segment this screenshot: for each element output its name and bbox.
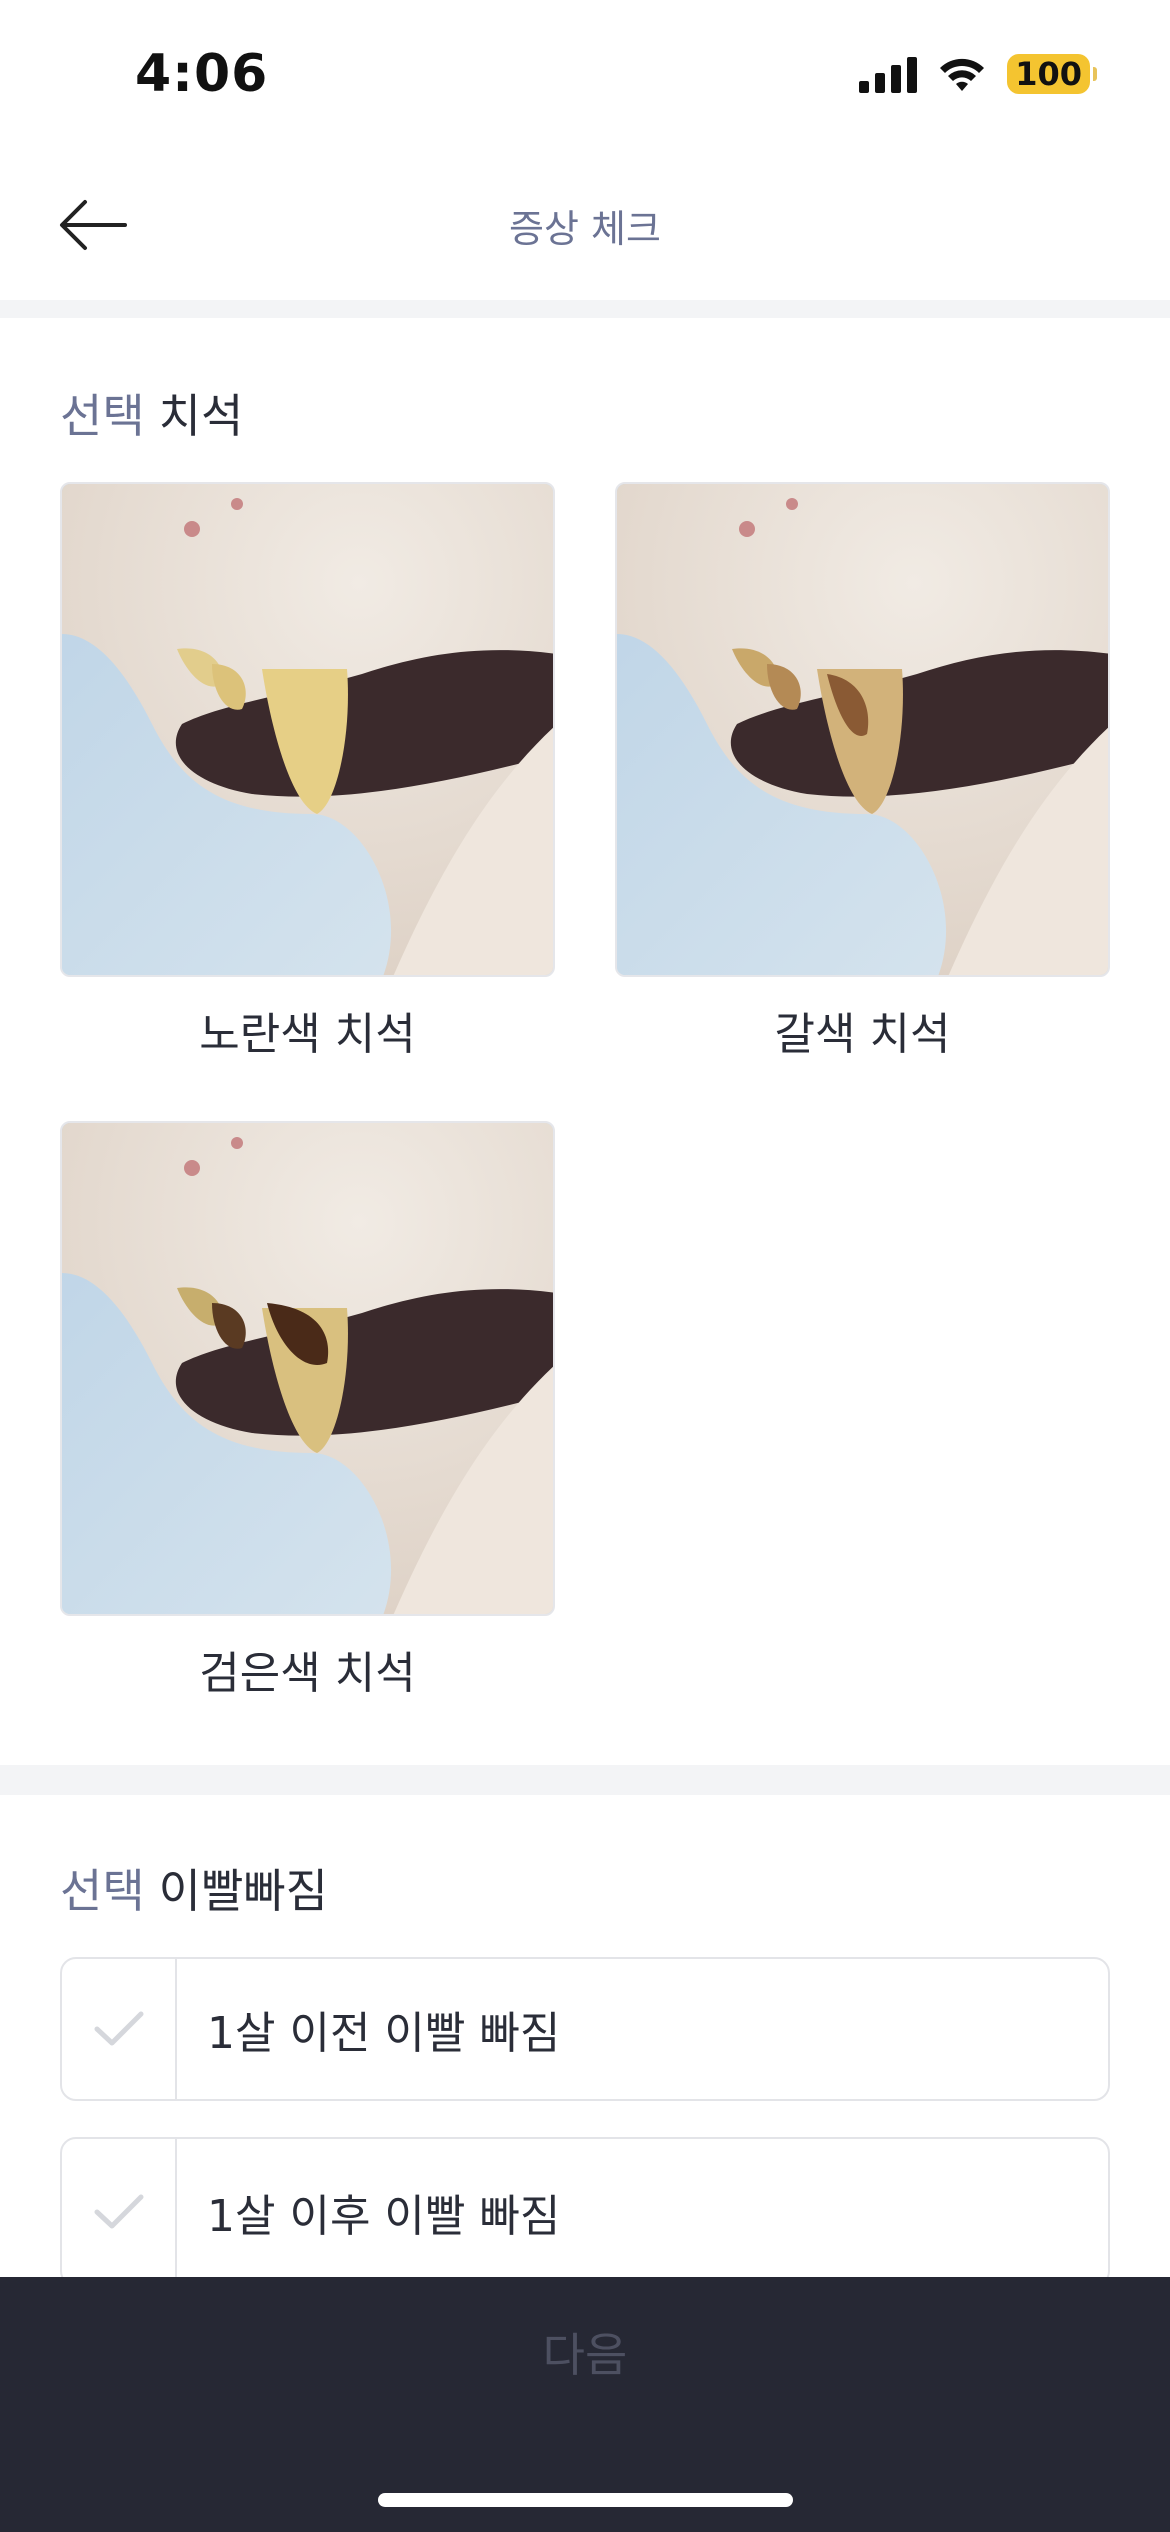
- tartar-option-label: 노란색 치석: [199, 1009, 416, 1060]
- page-title: 증상 체크: [509, 207, 661, 251]
- header: 증상 체크: [0, 150, 1170, 300]
- tartar-section-title: 선택 치석: [60, 380, 243, 446]
- tartar-option-brown[interactable]: [615, 482, 1110, 977]
- tartar-option-label: 검은색 치석: [199, 1648, 416, 1699]
- status-icons: 100: [859, 54, 1097, 94]
- section-title: 이빨빠짐: [158, 1864, 328, 1918]
- option-label: 1살 이후 이빨 빠짐: [207, 2191, 561, 2242]
- tooth-loss-section-title: 선택 이빨빠짐: [60, 1855, 328, 1921]
- section-title: 치석: [158, 389, 244, 443]
- next-button[interactable]: 다음: [0, 2277, 1170, 2427]
- optional-label: 선택: [60, 389, 145, 443]
- checkbox[interactable]: [62, 1959, 177, 2099]
- black-tartar-photo: [62, 1123, 553, 1614]
- wifi-icon: [940, 58, 985, 91]
- section-divider: [0, 1765, 1170, 1795]
- battery-icon: 100: [1007, 54, 1097, 94]
- optional-label: 선택: [60, 1864, 145, 1918]
- home-indicator: [378, 2493, 793, 2507]
- checkbox[interactable]: [62, 2139, 177, 2285]
- tooth-loss-option-after-1yr[interactable]: 1살 이후 이빨 빠짐: [60, 2137, 1110, 2287]
- section-divider: [0, 300, 1170, 318]
- status-time: 4:06: [135, 44, 269, 104]
- yellow-tartar-photo: [62, 484, 553, 975]
- tartar-option-label: 갈색 치석: [774, 1009, 951, 1060]
- signal-icon: [859, 55, 918, 93]
- check-icon: [94, 2011, 143, 2046]
- option-label: 1살 이전 이빨 빠짐: [207, 2008, 561, 2059]
- tooth-loss-option-before-1yr[interactable]: 1살 이전 이빨 빠짐: [60, 1957, 1110, 2101]
- tartar-option-yellow[interactable]: [60, 482, 555, 977]
- brown-tartar-photo: [617, 484, 1108, 975]
- check-icon: [94, 2194, 143, 2229]
- status-bar: 4:06 100: [0, 0, 1170, 150]
- tartar-option-black[interactable]: [60, 1121, 555, 1616]
